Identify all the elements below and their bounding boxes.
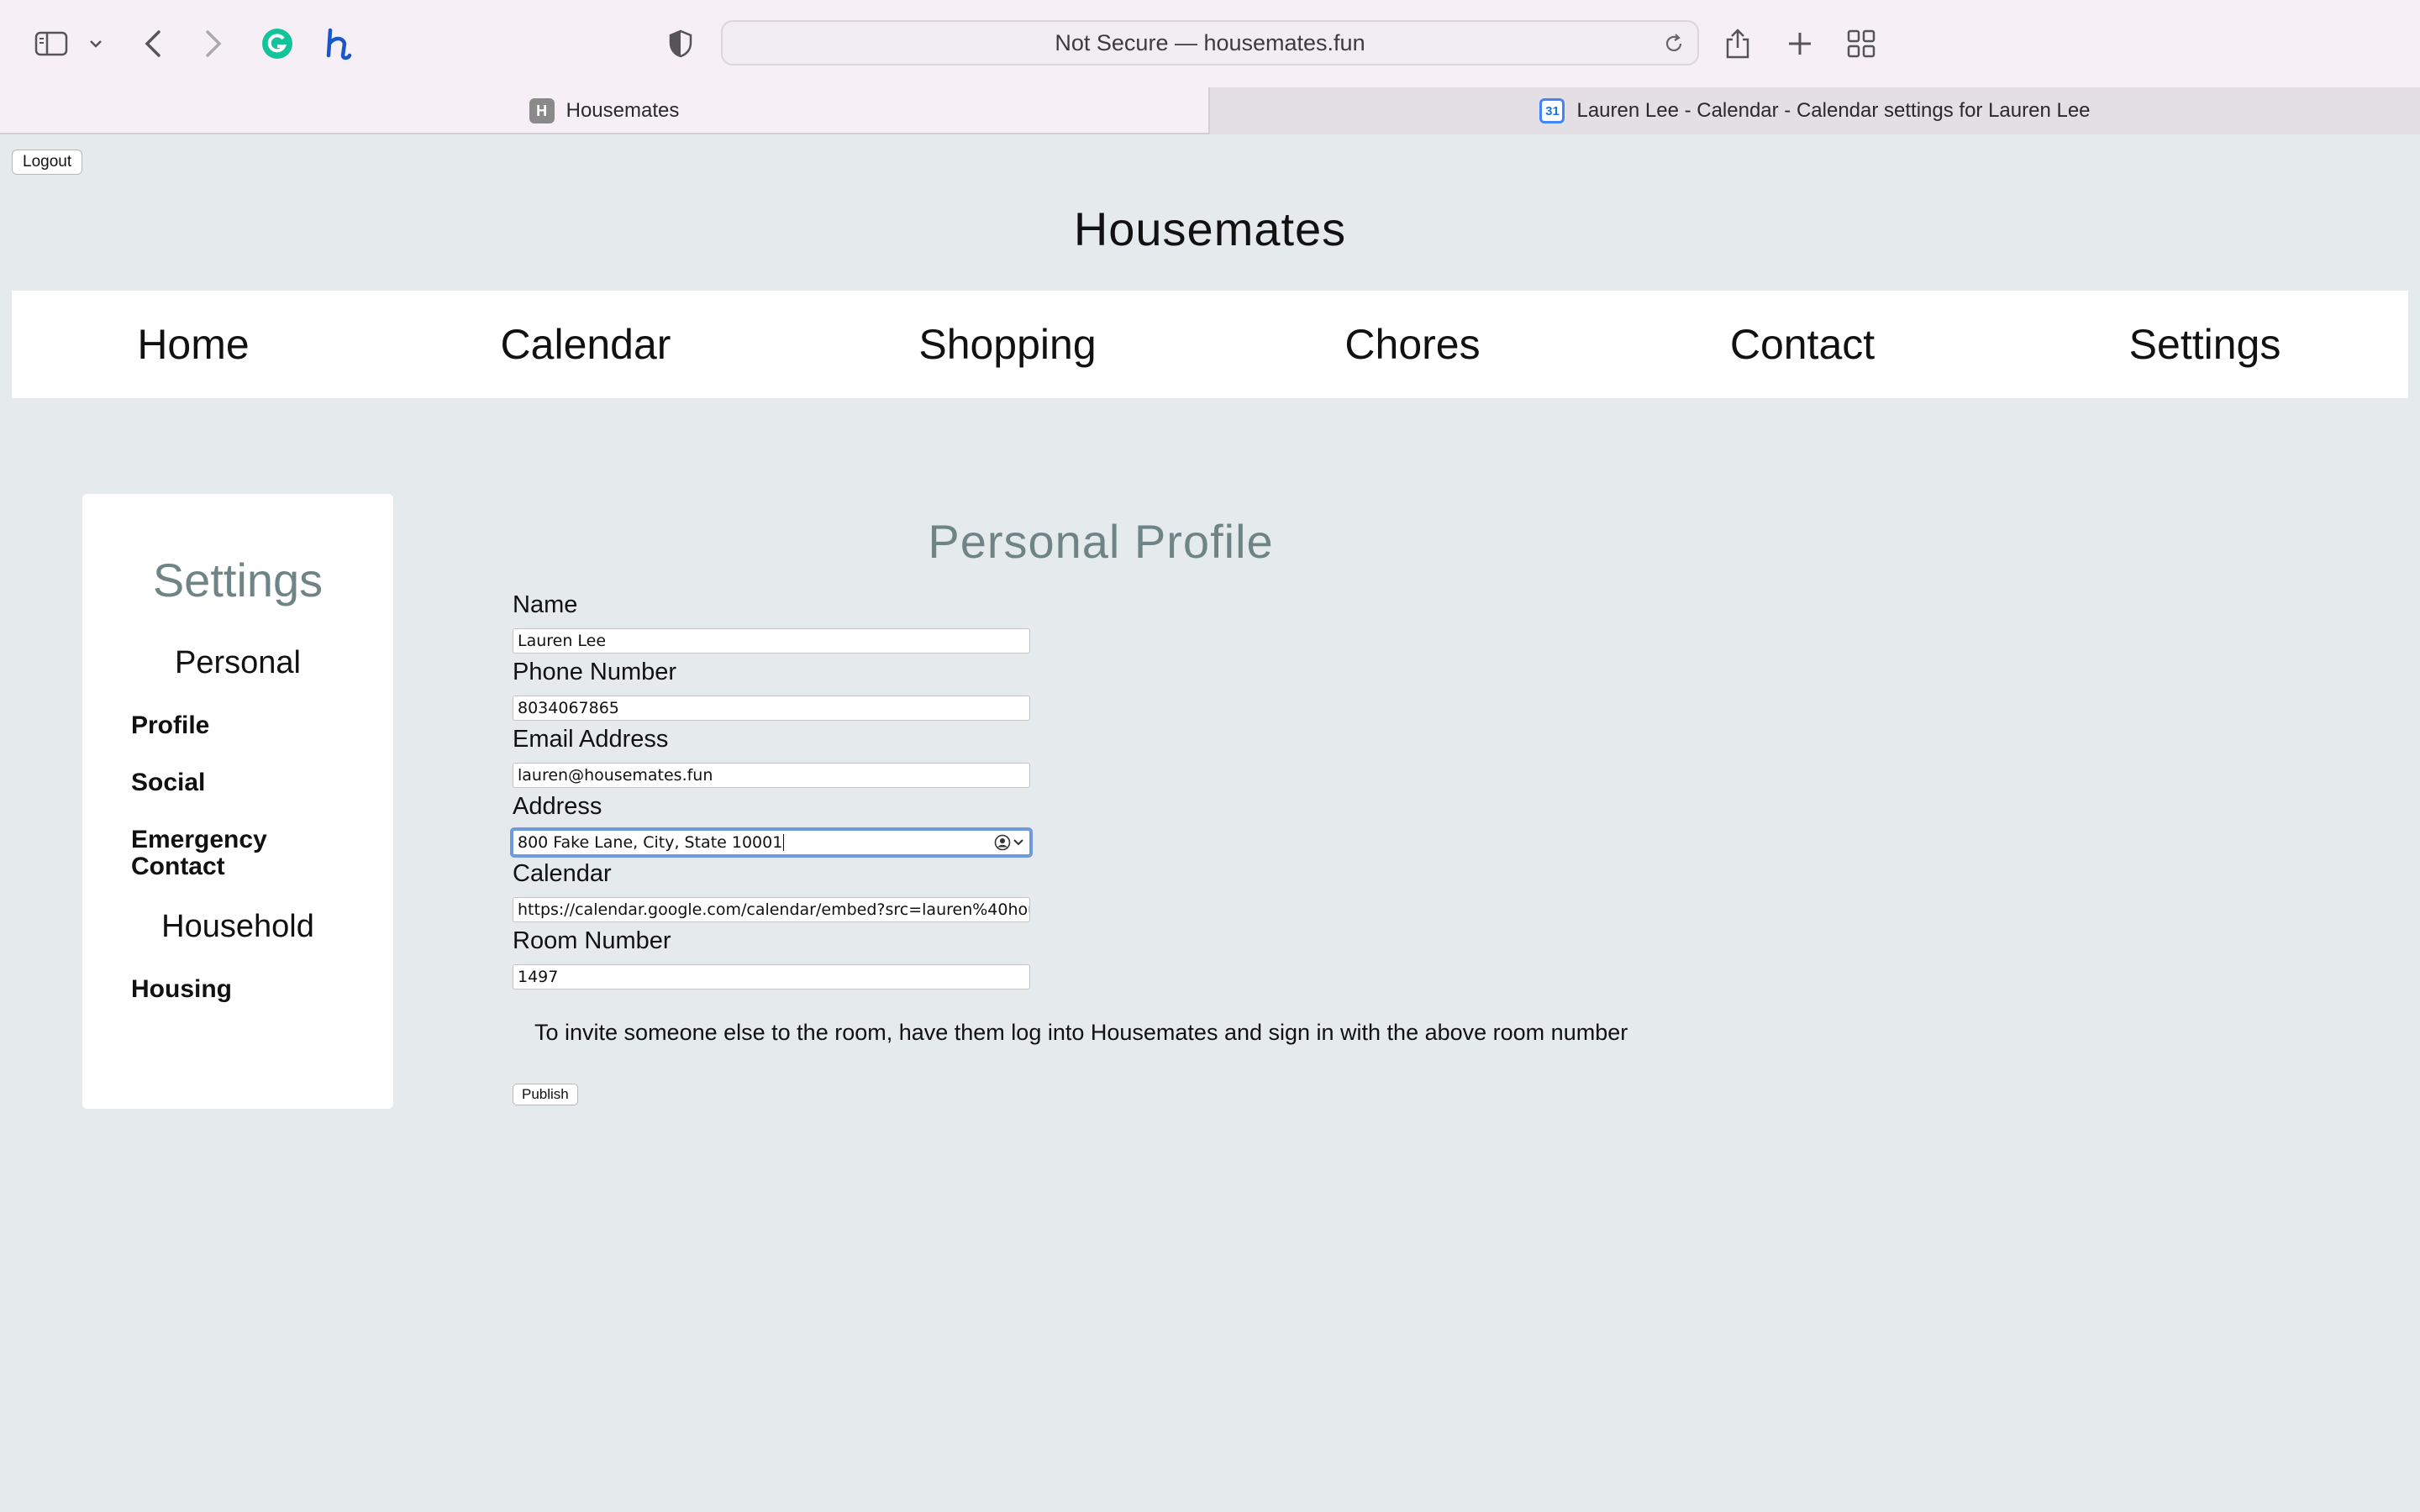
new-tab-icon[interactable] [1785, 18, 1815, 69]
nav-contact[interactable]: Contact [1730, 291, 1875, 398]
room-number-field[interactable]: 1497 [513, 964, 1030, 990]
nav-home[interactable]: Home [137, 291, 249, 398]
nav-settings[interactable]: Settings [2129, 291, 2281, 398]
calendar-url-value: https://calendar.google.com/calendar/emb… [518, 900, 1029, 919]
nav-calendar[interactable]: Calendar [501, 291, 671, 398]
housemates-favicon-icon: H [529, 98, 555, 123]
sidebar-item-profile[interactable]: Profile [131, 712, 366, 739]
sidebar-section-household: Household [161, 909, 314, 944]
share-icon[interactable] [1723, 18, 1753, 69]
tab-label: Lauren Lee - Calendar - Calendar setting… [1576, 99, 2091, 122]
address-bar[interactable]: Not Secure — housemates.fun [721, 20, 1699, 66]
sidebar-item-social[interactable]: Social [131, 769, 366, 796]
name-field[interactable]: Lauren Lee [513, 628, 1030, 654]
site-title: Housemates [1073, 202, 1347, 255]
honey-extension-icon[interactable] [321, 18, 355, 69]
address-field[interactable]: 800 Fake Lane, City, State 10001 [510, 827, 1033, 858]
tab-overview-icon[interactable] [1845, 18, 1877, 69]
sidebar-section-personal: Personal [175, 645, 301, 680]
address-label: Address [513, 793, 602, 820]
email-label: Email Address [513, 726, 669, 753]
publish-button[interactable]: Publish [513, 1084, 578, 1105]
nav-chores[interactable]: Chores [1344, 291, 1480, 398]
calendar-label: Calendar [513, 860, 612, 887]
email-value: lauren@housemates.fun [518, 766, 713, 785]
invite-instructions: To invite someone else to the room, have… [534, 1020, 1628, 1045]
page-title: Personal Profile [928, 515, 1274, 568]
sidebar-item-emergency-contact[interactable]: Emergency Contact [131, 827, 282, 880]
tab-google-calendar[interactable]: 31 Lauren Lee - Calendar - Calendar sett… [1208, 87, 2420, 134]
url-text: Not Secure — housemates.fun [1055, 29, 1365, 55]
name-value: Lauren Lee [518, 632, 607, 650]
room-number-label: Room Number [513, 927, 671, 954]
text-cursor [783, 834, 785, 851]
google-calendar-favicon-icon: 31 [1539, 98, 1565, 123]
tab-bar: H Housemates 31 Lauren Lee - Calendar - … [0, 87, 2420, 134]
chevron-down-icon[interactable] [86, 18, 106, 69]
tab-housemates[interactable]: H Housemates [0, 87, 1208, 134]
name-label: Name [513, 591, 578, 618]
email-field[interactable]: lauren@housemates.fun [513, 763, 1030, 788]
nav-shopping[interactable]: Shopping [918, 291, 1096, 398]
contact-autofill-icon[interactable] [994, 834, 1024, 851]
reload-icon[interactable] [1662, 32, 1686, 61]
phone-value: 8034067865 [518, 699, 619, 717]
back-icon[interactable] [138, 18, 168, 69]
logout-button[interactable]: Logout [12, 150, 83, 175]
forward-icon[interactable] [198, 18, 229, 69]
room-number-value: 1497 [518, 968, 559, 986]
grammarly-extension-icon[interactable] [260, 18, 294, 69]
privacy-shield-icon[interactable] [666, 18, 696, 69]
phone-field[interactable]: 8034067865 [513, 696, 1030, 721]
settings-sidebar: Settings Personal Profile Social Emergen… [82, 494, 393, 1109]
sidebar-toggle-icon[interactable] [32, 18, 71, 69]
phone-label: Phone Number [513, 659, 677, 685]
calendar-url-field[interactable]: https://calendar.google.com/calendar/emb… [513, 897, 1030, 922]
tab-label: Housemates [566, 99, 680, 122]
main-nav: Home Calendar Shopping Chores Contact Se… [12, 291, 2408, 398]
browser-toolbar: Not Secure — housemates.fun [0, 0, 2420, 87]
sidebar-item-housing[interactable]: Housing [131, 976, 366, 1003]
address-value: 800 Fake Lane, City, State 10001 [518, 833, 783, 852]
